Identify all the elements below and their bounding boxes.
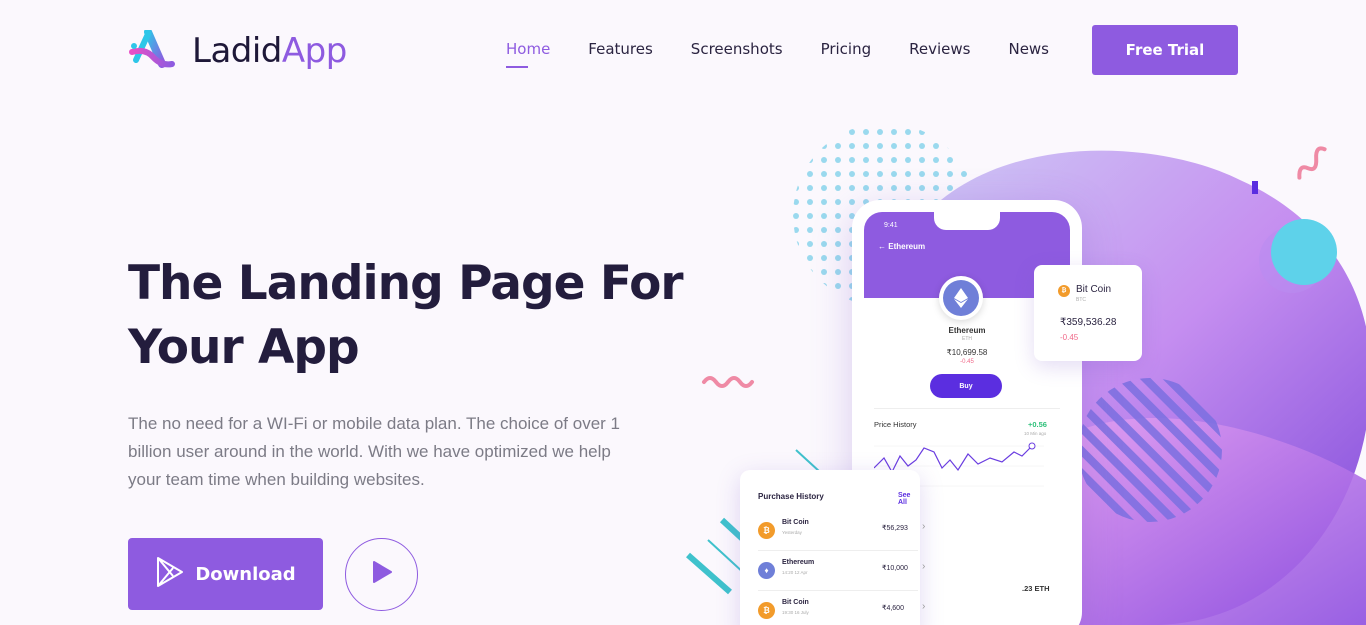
ethereum-icon: [939, 276, 983, 320]
brand-logo[interactable]: LadidApp: [128, 28, 347, 72]
nav-item-screenshots[interactable]: Screenshots: [691, 40, 783, 58]
row-amount: ₹56,293: [882, 525, 908, 532]
btc-price: ₹359,536.28: [1060, 317, 1117, 328]
bitcoin-icon: ₿: [758, 602, 775, 619]
bitcoin-icon: ₿: [758, 522, 775, 539]
hero-title-line2: Your App: [128, 320, 360, 375]
hero-title-line1: The Landing Page For: [128, 256, 684, 311]
price-history-change: +0.56: [1028, 420, 1047, 429]
download-button[interactable]: Download: [128, 538, 323, 610]
see-all-link[interactable]: See All: [898, 492, 920, 506]
btc-name: Bit Coin: [1076, 284, 1112, 295]
nav-item-news[interactable]: News: [1008, 40, 1049, 58]
free-trial-button[interactable]: Free Trial: [1092, 25, 1238, 75]
list-item[interactable]: ₿ Bit Coin Yesterday ₹56,293 ›: [758, 518, 925, 548]
buy-button[interactable]: Buy: [930, 374, 1002, 398]
purchase-history-title: Purchase History: [758, 492, 824, 501]
divider: [758, 550, 918, 551]
eth-amount: .23 ETH: [1022, 584, 1050, 593]
nav-item-reviews[interactable]: Reviews: [909, 40, 970, 58]
row-date: Yesterday: [782, 530, 802, 535]
bitcoin-icon: ₿: [1058, 285, 1070, 297]
phone-time: 9:41: [884, 222, 898, 229]
list-item[interactable]: ₿ Bit Coin 19:30 16 July ₹4,600 ›: [758, 598, 925, 625]
brand-name-prefix: Ladid: [192, 31, 282, 71]
hero-illustration: 9:41 ← Ethereum Ethereum ETH ₹10,699.58 …: [680, 100, 1366, 625]
chevron-right-icon: ›: [922, 601, 926, 612]
download-label: Download: [195, 563, 296, 585]
price-history-label: Price History: [874, 420, 917, 429]
row-amount: ₹4,600: [882, 605, 904, 612]
play-store-icon: [155, 556, 185, 593]
play-video-button[interactable]: [345, 538, 418, 611]
purchase-history-card: Purchase History See All ₿ Bit Coin Yest…: [740, 470, 925, 625]
btc-symbol: BTC: [1076, 297, 1086, 303]
bitcoin-card: ₿ Bit Coin BTC ₹359,536.28 -0.45: [1034, 265, 1142, 361]
row-name: Bit Coin: [782, 599, 809, 606]
main-nav: Home Features Screenshots Pricing Review…: [506, 40, 1087, 68]
logo-mark-icon: [128, 28, 178, 72]
play-icon: [371, 560, 393, 589]
chevron-right-icon: ›: [922, 561, 926, 572]
brand-name-suffix: App: [281, 31, 347, 71]
btc-change: -0.45: [1060, 333, 1079, 342]
divider: [874, 408, 1060, 409]
nav-item-features[interactable]: Features: [588, 40, 653, 58]
hero-description: The no need for a WI-Fi or mobile data p…: [128, 414, 621, 489]
list-item[interactable]: ♦ Ethereum 14:20 12 Apr ₹10,000 ›: [758, 558, 925, 588]
phone-title-text: Ethereum: [888, 242, 926, 251]
nav-item-home[interactable]: Home: [506, 40, 550, 68]
brand-name: LadidApp: [192, 31, 347, 71]
row-date: 19:30 16 July: [782, 610, 809, 615]
nav-item-pricing[interactable]: Pricing: [821, 40, 872, 58]
row-date: 14:20 12 Apr: [782, 570, 808, 575]
ethereum-icon: ♦: [758, 562, 775, 579]
row-amount: ₹10,000: [882, 565, 908, 572]
hero-title: The Landing Page For Your App: [128, 252, 688, 380]
row-name: Bit Coin: [782, 519, 809, 526]
row-name: Ethereum: [782, 559, 815, 566]
divider: [758, 590, 918, 591]
phone-title: ← Ethereum: [878, 242, 926, 251]
price-history-time: 10 Min ago: [1024, 431, 1047, 436]
phone-notch: [934, 212, 1000, 230]
chevron-right-icon: ›: [922, 521, 926, 532]
